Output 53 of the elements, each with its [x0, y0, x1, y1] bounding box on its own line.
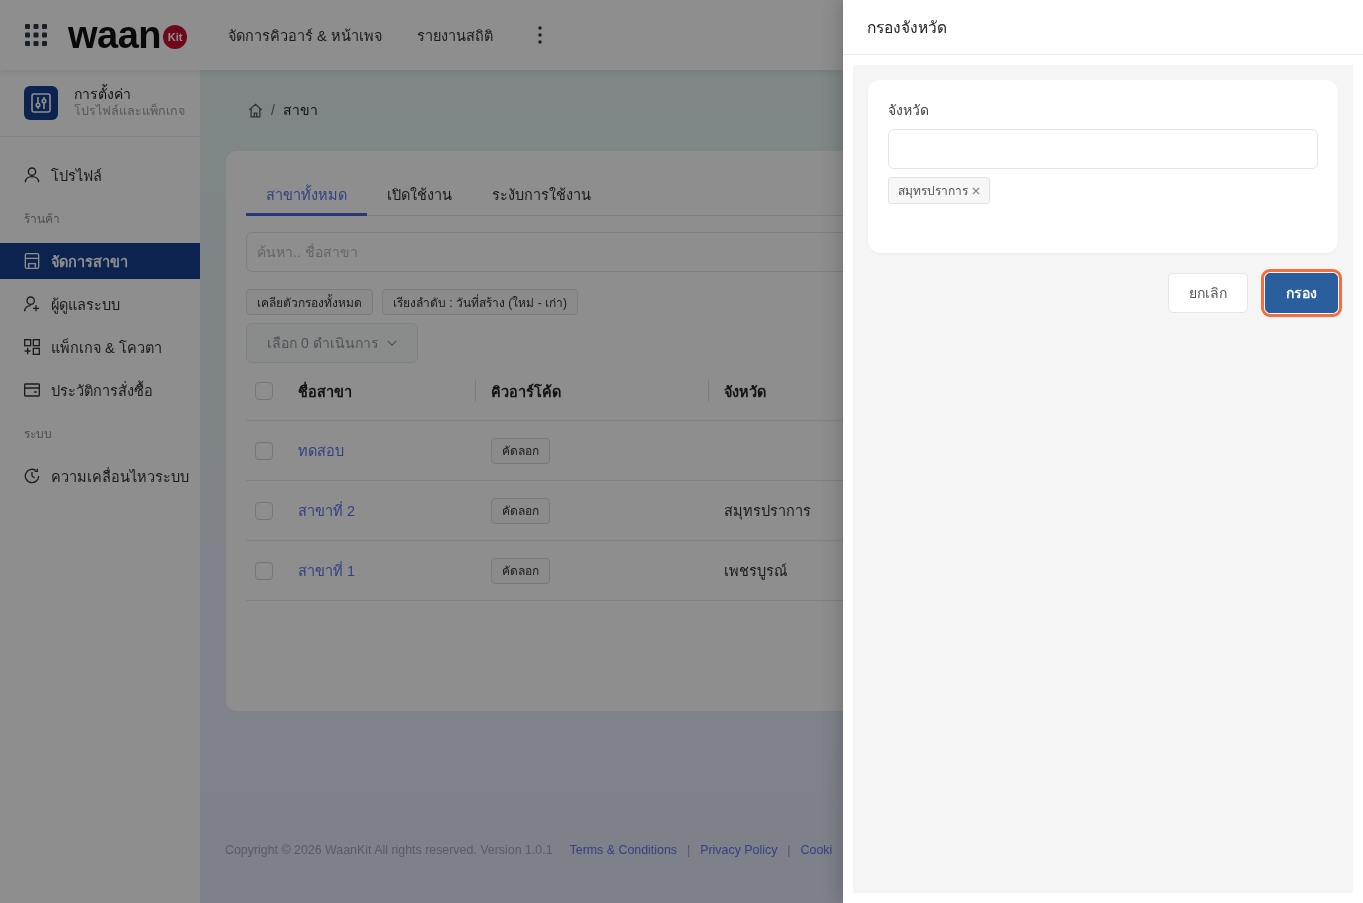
checkbox[interactable] — [255, 382, 273, 400]
field-label: จังหวัด — [888, 101, 930, 120]
footer-separator: | — [687, 843, 691, 857]
cancel-button[interactable]: ยกเลิก — [1168, 273, 1248, 313]
branch-name-link[interactable]: ทดสอบ — [298, 439, 344, 462]
checkbox[interactable] — [255, 501, 273, 520]
province-cell-text: เพชรบูรณ์ — [724, 562, 787, 582]
home-icon[interactable] — [248, 102, 263, 118]
sidebar-item[interactable]: แพ็กเกจ & โควตา — [0, 329, 200, 365]
province-select-field[interactable] — [888, 129, 1318, 169]
province-cell-text: สมุทรปราการ — [724, 502, 811, 522]
user-icon — [24, 167, 40, 183]
nav-link[interactable]: จัดการคิวอาร์ & หน้าเพจ — [228, 23, 382, 47]
tab[interactable]: ระงับการใช้งาน — [472, 175, 611, 216]
nav-link[interactable]: รายงานสถิติ — [416, 23, 493, 47]
breadcrumb-current: สาขา — [282, 101, 318, 120]
sidebar-item[interactable]: ผู้ดูแลระบบ — [0, 286, 200, 322]
chevron-down-icon — [386, 340, 397, 346]
drawer-title: กรองจังหวัด — [867, 17, 947, 38]
footer-separator: | — [787, 843, 791, 857]
close-icon[interactable] — [972, 186, 980, 195]
branch-name-link[interactable]: สาขาที่ 1 — [298, 559, 356, 582]
store-icon — [24, 253, 40, 269]
copy-button[interactable]: คัดลอก — [491, 557, 550, 584]
tab[interactable]: เปิดใช้งาน — [367, 175, 472, 216]
breadcrumb-separator: / — [271, 102, 275, 118]
sidebar-subtitle: โปรไฟล์และแพ็กเกจ — [74, 103, 185, 120]
copy-button[interactable]: คัดลอก — [491, 497, 550, 524]
checkbox[interactable] — [255, 561, 273, 580]
logo-badge: Kit — [163, 25, 188, 49]
sidebar-item[interactable]: ประวัติการสั่งซื้อ — [0, 372, 200, 408]
sidebar-section-label: ระบบ — [23, 425, 53, 443]
branch-name-link[interactable]: สาขาที่ 2 — [298, 499, 356, 522]
sidebar-section-label: ร้านค้า — [23, 210, 61, 228]
settings-icon — [24, 85, 58, 120]
more-icon[interactable] — [537, 26, 542, 44]
copy-button[interactable]: คัดลอก — [491, 437, 550, 464]
sidebar-item[interactable]: โปรไฟล์ — [0, 157, 200, 193]
sidebar-item[interactable]: จัดการสาขา — [0, 243, 200, 279]
sidebar-title: การตั้งค่า — [74, 85, 132, 103]
user-plus-icon — [24, 296, 40, 312]
tab[interactable]: สาขาทั้งหมด — [246, 175, 367, 216]
checkbox[interactable] — [255, 441, 273, 460]
logo-wordmark: waan — [68, 16, 162, 54]
column-header: ชื่อสาขา — [297, 380, 353, 402]
sidebar-item[interactable]: ความเคลื่อนไหวระบบ — [0, 458, 200, 494]
grid-plus-icon — [24, 339, 40, 355]
card-icon — [24, 382, 40, 398]
grid-menu-icon[interactable] — [25, 24, 47, 46]
filter-chip[interactable]: เรียงลำดับ : วันที่สร้าง (ใหม่ - เก่า) — [382, 289, 578, 315]
tag-label: สมุทรปราการ — [898, 183, 968, 200]
clock-icon — [24, 468, 40, 484]
filter-chip[interactable]: เคลียตัวกรองทั้งหมด — [246, 289, 373, 315]
